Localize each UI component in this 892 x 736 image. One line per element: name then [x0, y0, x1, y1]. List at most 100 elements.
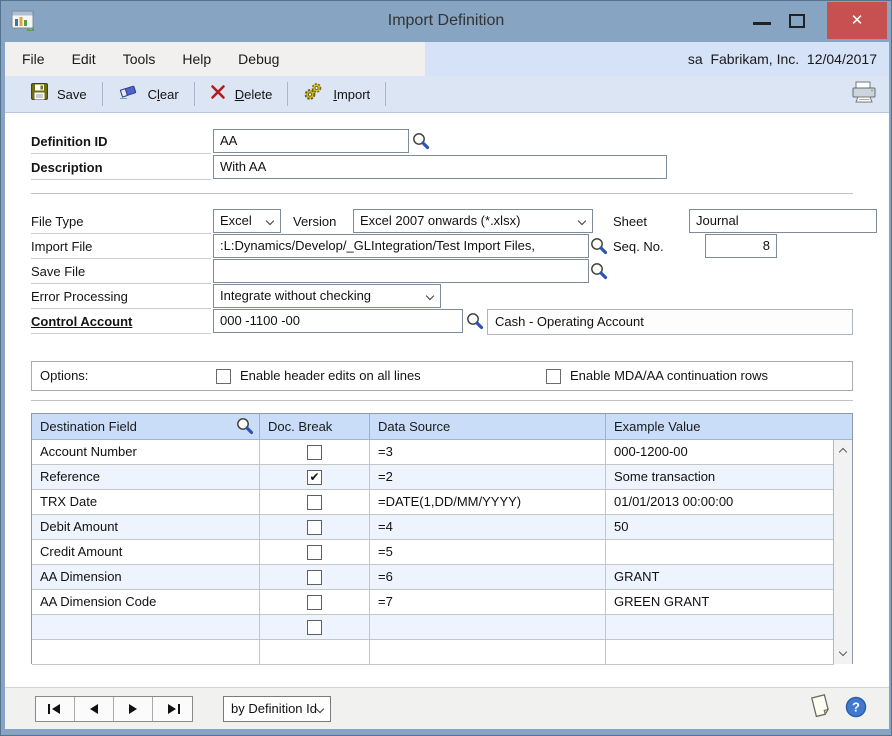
cell-data-source[interactable]: =7	[370, 590, 606, 614]
cell-data-source[interactable]: =DATE(1,DD/MM/YYYY)	[370, 490, 606, 514]
cell-destination[interactable]: Debit Amount	[32, 515, 260, 539]
cell-destination[interactable]: Reference	[32, 465, 260, 489]
header-example-value[interactable]: Example Value	[606, 414, 852, 439]
cell-destination[interactable]: AA Dimension	[32, 565, 260, 589]
table-row[interactable]: AA Dimension Code =7 GREEN GRANT	[32, 590, 834, 615]
table-row[interactable]: Credit Amount =5	[32, 540, 834, 565]
enable-mda-aa-checkbox[interactable]	[546, 369, 561, 384]
cell-data-source[interactable]: =2	[370, 465, 606, 489]
doc-break-checkbox[interactable]	[307, 570, 322, 585]
cell-example[interactable]	[606, 615, 834, 639]
header-data-source[interactable]: Data Source	[370, 414, 606, 439]
doc-break-checkbox[interactable]: ✔	[307, 470, 322, 485]
definition-id-input[interactable]: AA	[213, 129, 409, 153]
table-row[interactable]: Reference ✔ =2 Some transaction	[32, 465, 834, 490]
table-scrollbar[interactable]	[833, 440, 852, 664]
definition-id-lookup-button[interactable]	[411, 131, 431, 151]
doc-break-checkbox[interactable]	[307, 520, 322, 535]
menu-items: File Edit Tools Help Debug	[5, 42, 425, 76]
table-row-empty[interactable]	[32, 640, 834, 665]
cell-destination[interactable]	[32, 615, 260, 639]
section-divider	[31, 400, 853, 401]
cell-doc-break	[260, 540, 370, 564]
description-input[interactable]: With AA	[213, 155, 667, 179]
cell-destination[interactable]: Account Number	[32, 440, 260, 464]
minimize-button[interactable]	[753, 22, 771, 25]
save-file-lookup-button[interactable]	[589, 261, 609, 281]
delete-button-label: Delete	[235, 87, 273, 102]
print-button[interactable]	[851, 81, 877, 108]
doc-break-checkbox[interactable]	[307, 595, 322, 610]
cell-data-source[interactable]: =3	[370, 440, 606, 464]
cell-doc-break	[260, 490, 370, 514]
sort-by-select[interactable]: by Definition Id	[223, 696, 331, 722]
close-button[interactable]: ✕	[827, 2, 887, 39]
enable-header-edits-checkbox[interactable]	[216, 369, 231, 384]
cell-example[interactable]: 50	[606, 515, 834, 539]
cell-destination[interactable]: Credit Amount	[32, 540, 260, 564]
cell-example[interactable]: Some transaction	[606, 465, 834, 489]
previous-record-button[interactable]	[75, 697, 114, 721]
menu-bar: File Edit Tools Help Debug sa Fabrikam, …	[5, 42, 889, 76]
first-record-button[interactable]	[36, 697, 75, 721]
cell-data-source[interactable]: =6	[370, 565, 606, 589]
version-select[interactable]: Excel 2007 onwards (*.xlsx)	[353, 209, 593, 233]
table-row[interactable]	[32, 615, 834, 640]
cell-example[interactable]: 000-1200-00	[606, 440, 834, 464]
sheet-input[interactable]: Journal	[689, 209, 877, 233]
note-icon[interactable]	[807, 692, 835, 725]
cell-doc-break	[260, 590, 370, 614]
menu-help[interactable]: Help	[182, 51, 211, 67]
import-file-input[interactable]: :L:Dynamics/Develop/_GLIntegration/Test …	[213, 234, 589, 258]
save-icon	[31, 83, 48, 105]
control-account-description: Cash - Operating Account	[487, 309, 853, 335]
cell-data-source[interactable]: =5	[370, 540, 606, 564]
scroll-down-icon[interactable]	[839, 648, 847, 656]
import-file-lookup-button[interactable]	[589, 236, 609, 256]
cell-destination[interactable]: TRX Date	[32, 490, 260, 514]
control-account-label[interactable]: Control Account	[31, 309, 211, 334]
cell-example[interactable]: GRANT	[606, 565, 834, 589]
header-doc-break[interactable]: Doc. Break	[260, 414, 370, 439]
doc-break-checkbox[interactable]	[307, 445, 322, 460]
table-row[interactable]: Account Number =3 000-1200-00	[32, 440, 834, 465]
clear-button[interactable]: Clear	[106, 80, 191, 108]
save-file-input[interactable]	[213, 259, 589, 283]
maximize-button[interactable]	[789, 14, 805, 28]
import-button-label: Import	[333, 87, 370, 102]
cell-data-source[interactable]: =4	[370, 515, 606, 539]
save-button[interactable]: Save	[19, 80, 99, 108]
table-row[interactable]: TRX Date =DATE(1,DD/MM/YYYY) 01/01/2013 …	[32, 490, 834, 515]
last-record-button[interactable]	[153, 697, 192, 721]
table-body: Account Number =3 000-1200-00 Reference …	[32, 440, 834, 665]
menu-edit[interactable]: Edit	[72, 51, 96, 67]
cell-destination[interactable]: AA Dimension Code	[32, 590, 260, 614]
import-file-label: Import File	[31, 234, 211, 259]
title-bar: Import Definition ✕	[1, 1, 891, 41]
menu-file[interactable]: File	[22, 51, 45, 67]
menu-tools[interactable]: Tools	[123, 51, 156, 67]
seq-no-input[interactable]: 8	[705, 234, 777, 258]
error-processing-select[interactable]: Integrate without checking	[213, 284, 441, 308]
cell-data-source[interactable]	[370, 615, 606, 639]
header-destination-field[interactable]: Destination Field	[32, 414, 260, 439]
destination-field-lookup-button[interactable]	[235, 416, 255, 436]
table-row[interactable]: AA Dimension =6 GRANT	[32, 565, 834, 590]
delete-button[interactable]: Delete	[198, 80, 285, 108]
import-button[interactable]: Import	[291, 80, 382, 108]
control-account-input[interactable]: 000 -1100 -00	[213, 309, 463, 333]
control-account-lookup-button[interactable]	[465, 311, 485, 331]
file-type-select[interactable]: Excel	[213, 209, 281, 233]
doc-break-checkbox[interactable]	[307, 495, 322, 510]
cell-example[interactable]: 01/01/2013 00:00:00	[606, 490, 834, 514]
next-record-button[interactable]	[114, 697, 153, 721]
doc-break-checkbox[interactable]	[307, 545, 322, 560]
scroll-up-icon[interactable]	[839, 448, 847, 456]
menu-debug[interactable]: Debug	[238, 51, 279, 67]
cell-example[interactable]	[606, 540, 834, 564]
doc-break-checkbox[interactable]	[307, 620, 322, 635]
eraser-icon	[118, 83, 139, 105]
table-row[interactable]: Debit Amount =4 50	[32, 515, 834, 540]
help-icon[interactable]: ?	[845, 696, 867, 723]
cell-example[interactable]: GREEN GRANT	[606, 590, 834, 614]
